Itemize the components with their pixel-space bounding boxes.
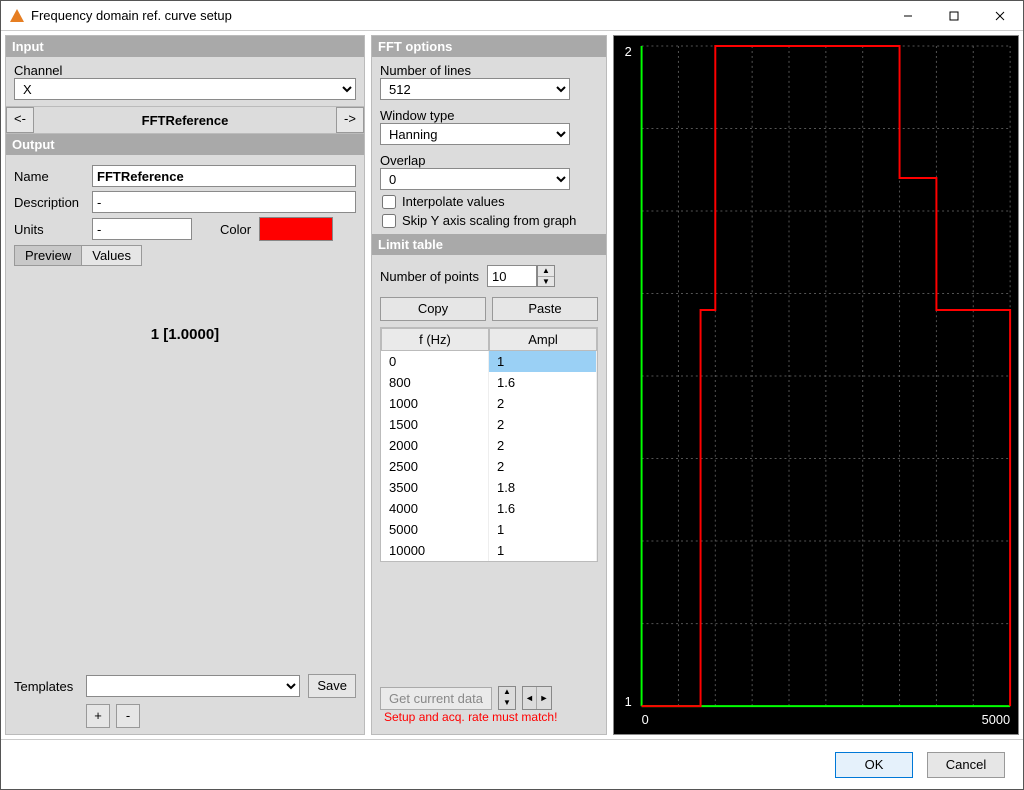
reference-name: FFTReference [34,113,336,128]
limit-header: Limit table [372,234,606,255]
cell-ampl[interactable]: 2 [489,393,597,414]
titlebar: Frequency domain ref. curve setup [1,1,1023,31]
cancel-button[interactable]: Cancel [927,752,1005,778]
add-template-button[interactable]: + [86,704,110,728]
output-header: Output [6,134,364,155]
lines-select[interactable]: 512 [380,78,570,100]
save-template-button[interactable]: Save [308,674,356,698]
table-row[interactable]: 8001.6 [381,372,597,393]
cell-ampl[interactable]: 1 [489,519,597,540]
paste-button[interactable]: Paste [492,297,598,321]
points-label: Number of points [380,269,479,284]
color-swatch[interactable] [259,217,333,241]
cell-freq[interactable]: 10000 [381,540,489,561]
templates-label: Templates [14,679,86,694]
preview-value: 1 [1.0000] [14,326,356,343]
interpolate-checkbox[interactable] [382,195,396,209]
svg-text:1: 1 [625,694,632,709]
app-icon [9,8,25,24]
skipy-label: Skip Y axis scaling from graph [402,213,576,228]
fft-header: FFT options [372,36,606,57]
cell-ampl[interactable]: 1.8 [489,477,597,498]
prev-button[interactable]: <- [6,107,34,133]
window-title: Frequency domain ref. curve setup [31,8,885,23]
cell-freq[interactable]: 1000 [381,393,489,414]
units-input[interactable] [92,218,192,240]
maximize-button[interactable] [931,1,977,30]
row-spinner[interactable]: ▲▼ [498,686,516,710]
overlap-select[interactable]: 0 [380,168,570,190]
desc-input[interactable] [92,191,356,213]
templates-select[interactable] [86,675,300,697]
col-freq-header[interactable]: f (Hz) [381,328,489,351]
window-type-select[interactable]: Hanning [380,123,570,145]
limit-table: f (Hz) Ampl 018001.610002150022000225002… [380,327,598,562]
col-ampl-header[interactable]: Ampl [489,328,597,351]
copy-button[interactable]: Copy [380,297,486,321]
cell-ampl[interactable]: 2 [489,414,597,435]
table-row[interactable]: 40001.6 [381,498,597,519]
cell-ampl[interactable]: 1 [489,351,597,372]
tab-preview[interactable]: Preview [15,246,82,265]
skipy-checkbox[interactable] [382,214,396,228]
close-button[interactable] [977,1,1023,30]
input-header: Input [6,36,364,57]
svg-text:0: 0 [642,712,649,727]
cell-freq[interactable]: 2000 [381,435,489,456]
points-input[interactable] [487,265,537,287]
table-row[interactable]: 10002 [381,393,597,414]
cell-freq[interactable]: 5000 [381,519,489,540]
table-row[interactable]: 01 [381,351,597,372]
svg-text:5000: 5000 [982,712,1010,727]
cell-freq[interactable]: 1500 [381,414,489,435]
table-row[interactable]: 100001 [381,540,597,561]
window-type-label: Window type [380,108,598,123]
table-row[interactable]: 25002 [381,456,597,477]
cell-freq[interactable]: 800 [381,372,489,393]
cell-ampl[interactable]: 2 [489,456,597,477]
remove-template-button[interactable]: - [116,704,140,728]
points-spinner[interactable]: ▲▼ [537,265,555,287]
svg-text:2: 2 [625,44,632,59]
get-current-data-button[interactable]: Get current data [380,687,492,710]
cell-freq[interactable]: 0 [381,351,489,372]
name-input[interactable] [92,165,356,187]
table-row[interactable]: 50001 [381,519,597,540]
cell-ampl[interactable]: 1.6 [489,372,597,393]
lines-label: Number of lines [380,63,598,78]
col-arrows[interactable]: ◄► [522,686,552,710]
cell-freq[interactable]: 2500 [381,456,489,477]
cell-ampl[interactable]: 1 [489,540,597,561]
chart-area[interactable]: 0 5000 1 2 [613,35,1019,735]
units-label: Units [14,222,92,237]
overlap-label: Overlap [380,153,598,168]
name-label: Name [14,169,92,184]
interpolate-label: Interpolate values [402,194,505,209]
channel-select[interactable]: X [14,78,356,100]
cell-freq[interactable]: 3500 [381,477,489,498]
minimize-button[interactable] [885,1,931,30]
table-row[interactable]: 15002 [381,414,597,435]
next-button[interactable]: -> [336,107,364,133]
cell-ampl[interactable]: 2 [489,435,597,456]
table-row[interactable]: 35001.8 [381,477,597,498]
cell-freq[interactable]: 4000 [381,498,489,519]
output-tabs: Preview Values [14,245,142,266]
desc-label: Description [14,195,92,210]
channel-label: Channel [14,63,356,78]
table-row[interactable]: 20002 [381,435,597,456]
color-label: Color [220,222,251,237]
ok-button[interactable]: OK [835,752,913,778]
warning-text: Setup and acq. rate must match! [380,710,598,728]
tab-values[interactable]: Values [82,246,141,265]
cell-ampl[interactable]: 1.6 [489,498,597,519]
